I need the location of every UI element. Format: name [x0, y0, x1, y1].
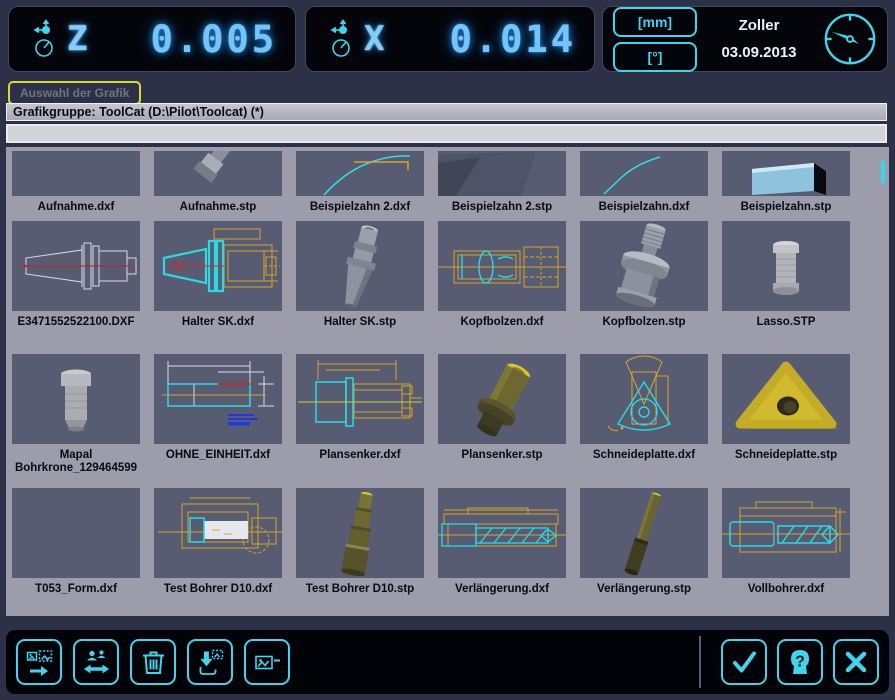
thumbnail-mapal-bohrkrone[interactable]: Mapal Bohrkrone_129464599: [12, 354, 140, 475]
thumbnail-kopfbolzen-dxf[interactable]: Kopfbolzen.dxf: [438, 221, 566, 329]
people-swap-icon: [83, 649, 110, 676]
toolbar-divider: [699, 636, 701, 688]
thumbnail-halter-sk-dxf[interactable]: Halter SK.dxf: [154, 221, 282, 329]
import-image-icon: [197, 649, 224, 676]
thumbnail-image: [154, 151, 282, 196]
send-image-button[interactable]: [16, 639, 62, 685]
thumbnail-image: [12, 221, 140, 311]
graphics-group-bar[interactable]: Grafikgruppe: ToolCat (D:\Pilot\Toolcat)…: [6, 103, 887, 121]
x-axis-label: X: [364, 19, 384, 59]
zoller-graphics-selection-screen: Z 0.005 X 0.014 [mm] [°] Zoller 03.09.20…: [0, 0, 895, 700]
z-axis-panel: Z 0.005: [8, 6, 296, 72]
thumbnail-image: [580, 354, 708, 444]
z-axis-label: Z: [67, 19, 87, 59]
thumbnail-image: [722, 221, 850, 311]
thumbnail-beispielzahn-2-dxf[interactable]: Beispielzahn 2.dxf: [296, 151, 424, 214]
trash-icon: [140, 649, 167, 676]
thumbnail-verlaengerung-stp[interactable]: Verlängerung.stp: [580, 488, 708, 596]
thumbnail-beispielzahn-2-stp[interactable]: Beispielzahn 2.stp: [438, 151, 566, 214]
thumbnail-image: [580, 151, 708, 196]
x-axis-value: 0.014: [450, 18, 576, 61]
thumbnail-plansenker-dxf[interactable]: Plansenker.dxf: [296, 354, 424, 475]
thumbnail-image: [296, 354, 424, 444]
thumbnail-beispielzahn-dxf[interactable]: Beispielzahn.dxf: [580, 151, 708, 214]
check-icon: [730, 648, 758, 676]
thumbnail-kopfbolzen-stp[interactable]: Kopfbolzen.stp: [580, 221, 708, 329]
z-axis-value: 0.005: [151, 18, 277, 61]
thumbnail-aufnahme-stp[interactable]: Aufnahme.stp: [154, 151, 282, 214]
axis-gauge-icon: [33, 19, 61, 59]
unit-mm-button[interactable]: [mm]: [613, 7, 697, 37]
image-minus-icon: [254, 649, 281, 676]
unit-deg-button[interactable]: [°]: [613, 42, 697, 72]
thumbnail-image: [296, 221, 424, 311]
svg-text:?: ?: [795, 654, 805, 671]
import-image-button[interactable]: [187, 639, 233, 685]
thumbnail-image: [580, 221, 708, 311]
thumbnail-lasso-stp[interactable]: Lasso.STP: [722, 221, 850, 329]
cancel-button[interactable]: [833, 639, 879, 685]
thumbnail-image: [12, 151, 140, 196]
thumbnail-t053-form-dxf[interactable]: T053_Form.dxf: [12, 488, 140, 596]
help-button[interactable]: ?: [777, 639, 823, 685]
thumbnail-schneideplatte-dxf[interactable]: Schneideplatte.dxf: [580, 354, 708, 475]
thumbnail-image: [580, 488, 708, 578]
page-title: Auswahl der Grafik: [8, 81, 141, 105]
thumbnail-image: [722, 151, 850, 196]
thumbnail-aufnahme-dxf[interactable]: Aufnahme.dxf: [12, 151, 140, 214]
thumbnail-image: [296, 488, 424, 578]
thumbnail-vollbohrer-dxf[interactable]: Vollbohrer.dxf: [722, 488, 850, 596]
thumbnail-image: [438, 488, 566, 578]
info-panel: [mm] [°] Zoller 03.09.2013: [602, 6, 888, 72]
thumbnail-image: [438, 354, 566, 444]
question-icon: ?: [786, 648, 814, 676]
thumbnail-schneideplatte-stp[interactable]: Schneideplatte.stp: [722, 354, 850, 475]
thumbnail-e3471552522100-dxf[interactable]: E3471552522100.DXF: [12, 221, 140, 329]
thumbnail-image: [154, 488, 282, 578]
thumbnail-ohne-einheit-dxf[interactable]: OHNE_EINHEIT.dxf: [154, 354, 282, 475]
thumbnail-image: [296, 151, 424, 196]
thumbnail-image: [154, 221, 282, 311]
brand-label: Zoller: [697, 17, 821, 34]
thumbnail-test-bohrer-d10-dxf[interactable]: Test Bohrer D10.dxf: [154, 488, 282, 596]
clock-icon: [821, 10, 879, 68]
close-icon: [842, 648, 870, 676]
thumbnail-verlaengerung-dxf[interactable]: Verlängerung.dxf: [438, 488, 566, 596]
remove-image-button[interactable]: [244, 639, 290, 685]
thumbnail-test-bohrer-d10-stp[interactable]: Test Bohrer D10.stp: [296, 488, 424, 596]
thumbnail-image: [722, 354, 850, 444]
delete-button[interactable]: [130, 639, 176, 685]
axis-gauge-icon: [330, 19, 358, 59]
graphics-grid: Aufnahme.dxf Aufnahme.stp: [6, 147, 889, 616]
grid-scrollbar-thumb[interactable]: [881, 161, 885, 183]
thumbnail-image: [154, 354, 282, 444]
thumbnail-halter-sk-stp[interactable]: Halter SK.stp: [296, 221, 424, 329]
bottom-toolbar: ?: [6, 630, 889, 694]
thumbnail-beispielzahn-stp[interactable]: Beispielzahn.stp: [722, 151, 850, 214]
thumbnail-plansenker-stp[interactable]: Plansenker.stp: [438, 354, 566, 475]
date-label: 03.09.2013: [697, 44, 821, 61]
thumbnail-image: [722, 488, 850, 578]
thumbnail-image: [438, 151, 566, 196]
filter-field[interactable]: [6, 124, 887, 143]
thumbnail-image: [12, 354, 140, 444]
assign-group-button[interactable]: [73, 639, 119, 685]
send-image-icon: [26, 649, 53, 676]
ok-button[interactable]: [721, 639, 767, 685]
thumbnail-image: [12, 488, 140, 578]
x-axis-panel: X 0.014: [305, 6, 595, 72]
thumbnail-image: [438, 221, 566, 311]
